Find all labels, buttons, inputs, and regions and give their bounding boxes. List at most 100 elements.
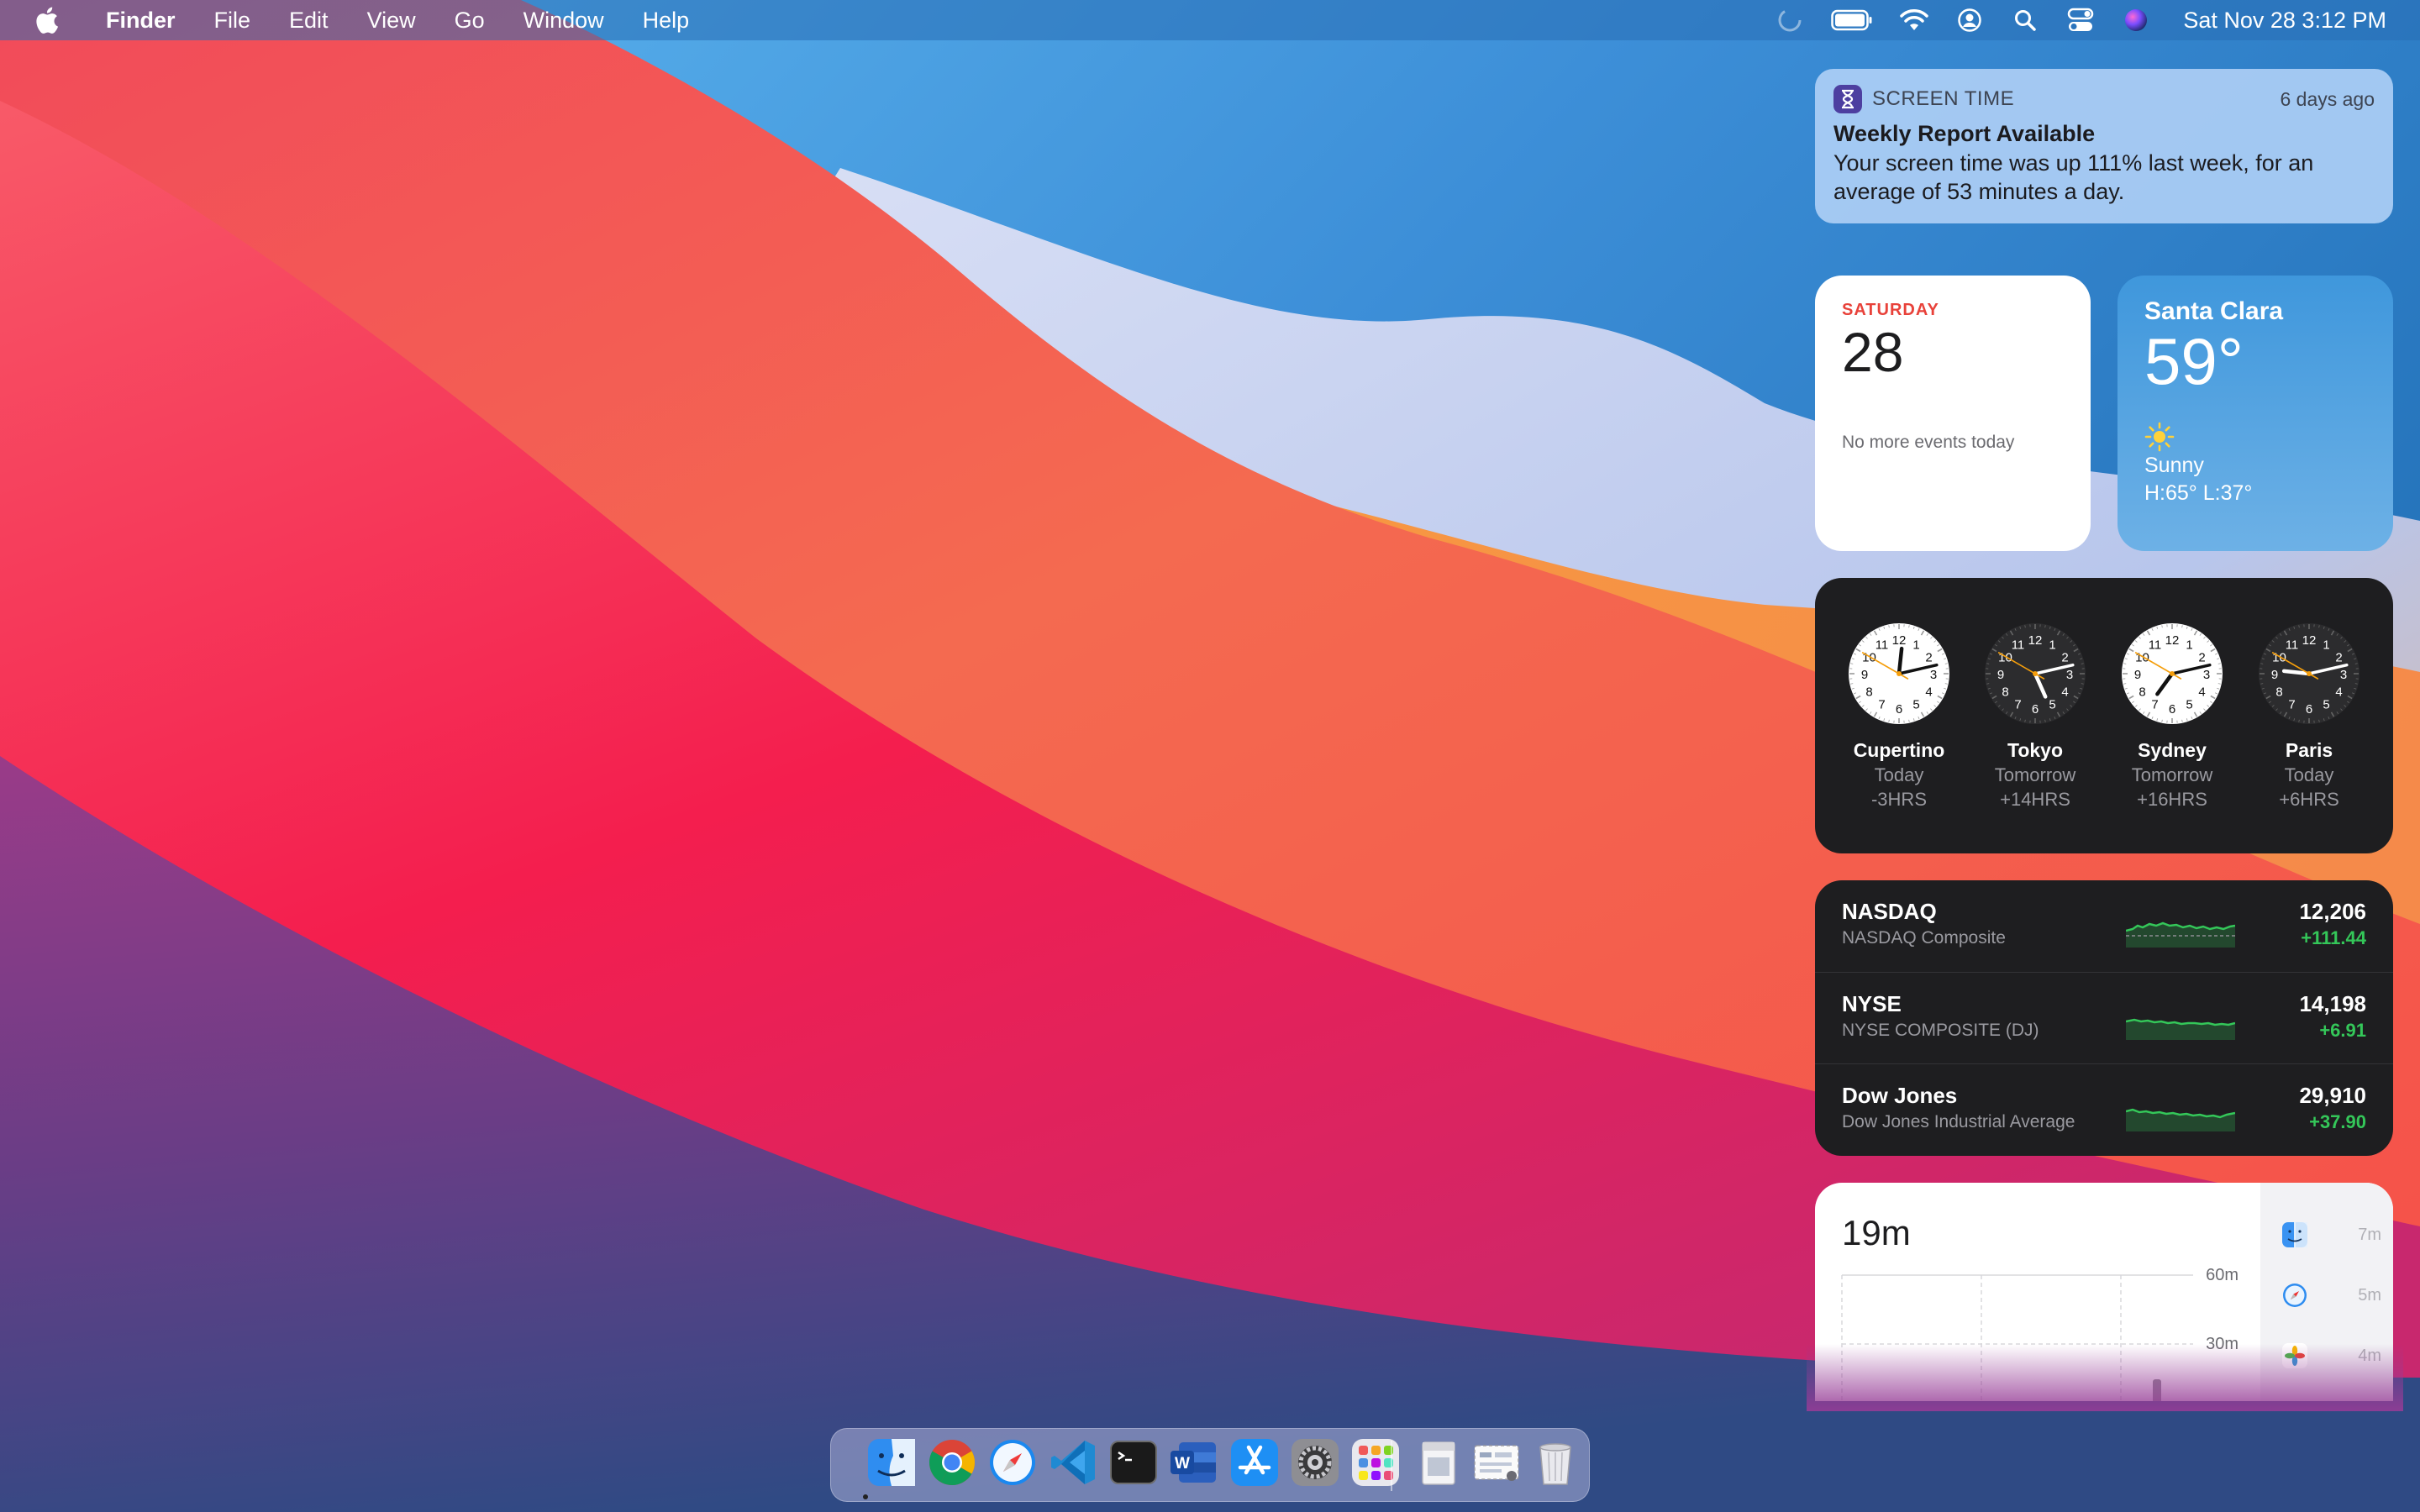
clock-numeral: 1 bbox=[2323, 638, 2329, 652]
clock-numeral: 1 bbox=[1912, 638, 1919, 652]
clock-numeral: 4 bbox=[1925, 685, 1932, 700]
clock-numeral: 5 bbox=[2323, 698, 2329, 712]
notification-time: 6 days ago bbox=[2280, 87, 2375, 110]
siri-icon[interactable] bbox=[2121, 5, 2151, 35]
clock-numeral: 11 bbox=[1876, 638, 1889, 652]
clock-center-pin bbox=[2170, 671, 2175, 676]
menu-go[interactable]: Go bbox=[455, 8, 485, 34]
clock-face: 1234567891011 12 bbox=[1849, 623, 1949, 724]
clock-numeral: 2 bbox=[2335, 651, 2342, 665]
trash-icon[interactable] bbox=[1528, 1436, 1582, 1489]
svg-text:W: W bbox=[1175, 1455, 1190, 1473]
clock-numeral: 6 bbox=[1896, 702, 1902, 717]
clock-numeral: 5 bbox=[2186, 698, 2192, 712]
stock-row-nasdaq[interactable]: NASDAQ NASDAQ Composite 12,206 +111.44 bbox=[1815, 880, 2393, 972]
stock-row-dow-jones[interactable]: Dow Jones Dow Jones Industrial Average 2… bbox=[1815, 1063, 2393, 1155]
clock-numeral: 8 bbox=[2275, 685, 2282, 700]
screen-time-app-safari[interactable]: 5m bbox=[2281, 1278, 2381, 1312]
terminal-icon[interactable] bbox=[1107, 1436, 1160, 1489]
calendar-day: SATURDAY bbox=[1842, 301, 1939, 319]
stock-symbol: NYSE bbox=[1842, 991, 1902, 1016]
safari-icon[interactable] bbox=[986, 1436, 1039, 1489]
user-icon[interactable] bbox=[1954, 5, 1985, 35]
battery-icon[interactable] bbox=[1830, 5, 1874, 35]
clock-numeral: 6 bbox=[2306, 702, 2312, 717]
app-minutes: 5m bbox=[2358, 1285, 2381, 1305]
notification-title: Weekly Report Available bbox=[1833, 121, 2096, 146]
weather-high-low: H:65° L:37° bbox=[2144, 481, 2253, 505]
clock-numeral: 6 bbox=[2169, 702, 2175, 717]
finder-icon[interactable] bbox=[865, 1436, 918, 1489]
clock-numeral: 11 bbox=[2149, 638, 2162, 652]
weather-temperature: 59° bbox=[2144, 324, 2244, 398]
menubar-datetime[interactable]: Sat Nov 28 3:12 PM bbox=[2183, 8, 2386, 34]
menu-edit[interactable]: Edit bbox=[289, 8, 329, 34]
launchpad-icon[interactable] bbox=[1349, 1436, 1402, 1489]
menu-file[interactable]: File bbox=[214, 8, 251, 34]
focus-moon-icon[interactable] bbox=[1775, 5, 1805, 35]
clock-numeral: 9 bbox=[1861, 668, 1868, 682]
screen-time-total: 19m bbox=[1842, 1213, 1911, 1252]
clock-city: Cupertino bbox=[1853, 739, 1945, 761]
clock-numeral: 3 bbox=[1930, 668, 1937, 682]
clock-numeral: 9 bbox=[2271, 668, 2278, 682]
clock-numeral: 4 bbox=[2061, 685, 2068, 700]
search-icon[interactable] bbox=[2010, 5, 2040, 35]
clock-offset: +6HRS bbox=[2279, 789, 2339, 810]
stock-name: Dow Jones Industrial Average bbox=[1842, 1112, 2075, 1131]
clock-cupertino: 1 2 3 4 5 6 7 8 9 10 11 12 Cupertino Today -3HRS bbox=[1832, 620, 1966, 811]
world-clock-widget[interactable]: 1 2 3 4 5 6 7 8 9 10 11 12 Cupertino Today -3HRS 12… bbox=[1815, 578, 2393, 853]
clock-sydney: 1 2 3 4 5 6 7 8 9 10 11 12 Sydney Tomorrow +16HRS bbox=[2105, 620, 2239, 811]
clock-relative-day: Tomorrow bbox=[1994, 764, 2076, 785]
clock-numeral: 2 bbox=[1925, 651, 1932, 665]
clock-numeral: 12 bbox=[1892, 633, 1907, 648]
clock-numeral: 12 bbox=[2302, 633, 2317, 648]
clock-numeral: 10 bbox=[2272, 651, 2286, 665]
apple-menu-icon[interactable] bbox=[34, 3, 62, 37]
clock-numeral: 7 bbox=[2014, 698, 2021, 712]
clock-relative-day: Tomorrow bbox=[2131, 764, 2213, 785]
clock-numeral: 4 bbox=[2335, 685, 2342, 700]
word-icon[interactable]: W bbox=[1167, 1436, 1221, 1489]
clock-numeral: 7 bbox=[2288, 698, 2295, 712]
system-preferences-icon[interactable] bbox=[1288, 1436, 1342, 1489]
notification-body: Your screen time was up 111% last week, … bbox=[1833, 150, 2314, 204]
app-store-icon[interactable] bbox=[1228, 1436, 1281, 1489]
notification-app-name: SCREEN TIME bbox=[1872, 87, 2015, 110]
menu-window[interactable]: Window bbox=[523, 8, 604, 34]
stock-sparkline bbox=[2126, 1018, 2235, 1040]
clock-offset: +14HRS bbox=[2000, 789, 2070, 810]
wifi-icon[interactable] bbox=[1899, 5, 1929, 35]
screen-time-app-finder[interactable]: 7m bbox=[2281, 1218, 2381, 1252]
clock-numeral: 6 bbox=[2032, 702, 2039, 717]
stocks-widget[interactable]: NASDAQ NASDAQ Composite 12,206 +111.44 N… bbox=[1815, 880, 2393, 1156]
screenshot-icon[interactable] bbox=[1470, 1436, 1523, 1489]
menu-help[interactable]: Help bbox=[643, 8, 690, 34]
screen-time-notification[interactable]: SCREEN TIME 6 days ago Weekly Report Ava… bbox=[1815, 69, 2393, 223]
clock-numeral: 3 bbox=[2340, 668, 2347, 682]
clock-numeral: 10 bbox=[1998, 651, 2012, 665]
stock-price: 14,198 bbox=[2299, 991, 2366, 1016]
clock-numeral: 10 bbox=[1862, 651, 1876, 665]
clock-numeral: 12 bbox=[2165, 633, 2180, 648]
stock-sparkline bbox=[2126, 1108, 2235, 1131]
control-center-icon[interactable] bbox=[2065, 5, 2096, 35]
weather-widget[interactable]: Santa Clara 59° Sunny H:65° L:37° bbox=[2118, 276, 2393, 551]
clock-numeral: 9 bbox=[2134, 668, 2141, 682]
chrome-icon[interactable] bbox=[925, 1436, 979, 1489]
clock-numeral: 3 bbox=[2066, 668, 2073, 682]
clock-numeral: 1 bbox=[2049, 638, 2055, 652]
menu-app-name[interactable]: Finder bbox=[106, 8, 176, 34]
widget-fade-overlay bbox=[1807, 1344, 2403, 1411]
stock-name: NASDAQ Composite bbox=[1842, 928, 2006, 948]
clock-numeral: 11 bbox=[2286, 638, 2299, 652]
clock-face: 1234567891011 12 bbox=[2259, 623, 2360, 724]
clock-face: 1234567891011 12 bbox=[1985, 623, 2086, 724]
stock-row-nyse[interactable]: NYSE NYSE COMPOSITE (DJ) 14,198 +6.91 bbox=[1815, 972, 2393, 1063]
clock-offset: -3HRS bbox=[1870, 789, 1927, 810]
vscode-icon[interactable] bbox=[1046, 1436, 1100, 1489]
preview-document-icon[interactable] bbox=[1411, 1436, 1465, 1489]
sun-icon bbox=[2144, 422, 2175, 452]
menu-view[interactable]: View bbox=[367, 8, 416, 34]
calendar-widget[interactable]: SATURDAY 28 No more events today bbox=[1815, 276, 2091, 551]
